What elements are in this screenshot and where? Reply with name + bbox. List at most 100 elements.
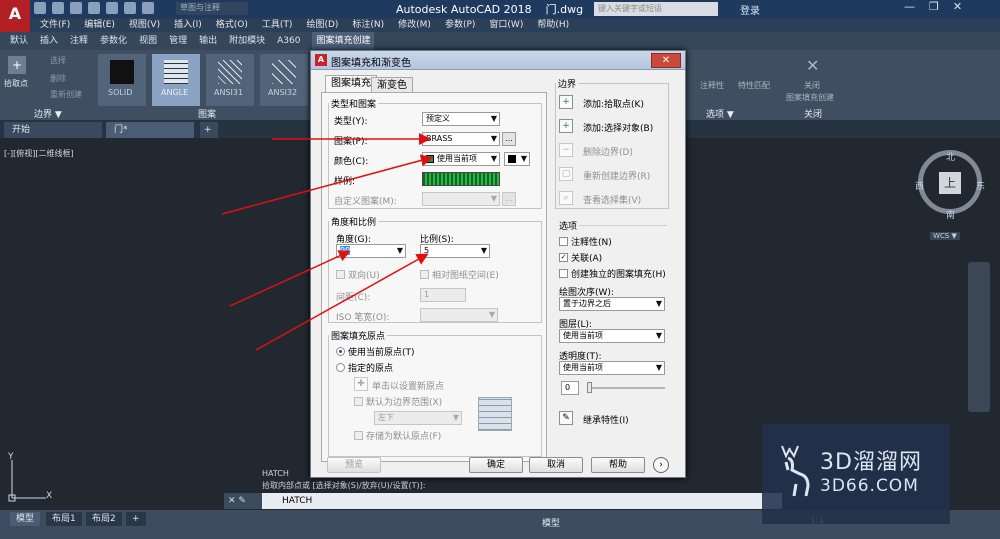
doc-tab-door[interactable]: 门* (106, 122, 194, 138)
tab-gradient[interactable]: 渐变色 (371, 77, 413, 93)
pattern-select[interactable]: BRASS ▼ (422, 132, 500, 146)
tab-parametric[interactable]: 参数化 (100, 32, 127, 50)
ok-button[interactable]: 确定 (469, 457, 523, 473)
options-panel-label[interactable]: 选项 ▼ (706, 107, 734, 120)
layout-tab-add[interactable]: + (126, 512, 146, 526)
pattern-sample-swatch[interactable] (422, 172, 500, 186)
close-button[interactable]: ✕ (953, 0, 962, 13)
workspace-select[interactable]: 草图与注释 (176, 2, 248, 15)
custom-pattern-select[interactable]: ▼ (422, 192, 500, 206)
annotative-label[interactable]: 注释性 (700, 80, 724, 91)
view-selections-button[interactable]: 查看选择集(V) (583, 193, 641, 206)
dialog-close-icon[interactable]: ✕ (651, 53, 681, 68)
remove-boundaries-icon[interactable]: − (559, 143, 573, 157)
layout-tab-1[interactable]: 布局1 (46, 512, 82, 526)
transparency-select[interactable]: 使用当前项 ▼ (559, 361, 665, 375)
model-space-button[interactable]: 模型 (542, 516, 560, 529)
background-color-select[interactable]: ▼ (504, 152, 530, 166)
add-select-objects-button[interactable]: 添加:选择对象(B) (583, 121, 653, 134)
menu-format[interactable]: 格式(O) (216, 18, 248, 32)
menu-help[interactable]: 帮助(H) (537, 18, 569, 32)
layout-tab-model[interactable]: 模型 (10, 512, 41, 526)
double-checkbox[interactable] (336, 270, 345, 279)
match-properties-label[interactable]: 特性匹配 (738, 80, 770, 91)
recreate-label[interactable]: 重新创建 (50, 89, 82, 100)
scale-select[interactable]: 5 ▼ (420, 244, 490, 258)
add-select-objects-icon[interactable]: + (559, 119, 573, 133)
layout-tab-2[interactable]: 布局2 (86, 512, 122, 526)
menu-modify[interactable]: 修改(M) (398, 18, 431, 32)
restore-button[interactable]: ❐ (929, 0, 939, 13)
search-input[interactable]: 键入关键字或短语 (594, 2, 718, 16)
boundary-panel-label[interactable]: 边界 ▼ (34, 107, 62, 120)
more-options-icon[interactable]: › (653, 457, 669, 473)
wcs-menu[interactable]: WCS ▼ (930, 232, 960, 240)
preview-button[interactable]: 预览 (327, 457, 381, 473)
new-tab-button[interactable]: + (200, 122, 218, 138)
menu-draw[interactable]: 绘图(D) (306, 18, 338, 32)
cancel-button[interactable]: 取消 (529, 457, 583, 473)
remove-boundaries-button[interactable]: 删除边界(D) (583, 145, 633, 158)
tab-addins[interactable]: 附加模块 (229, 32, 265, 50)
store-default-checkbox[interactable] (354, 431, 363, 440)
autocad-logo-icon[interactable]: A (0, 0, 30, 32)
open-icon[interactable] (52, 2, 64, 14)
close-hatch-icon[interactable]: ✕ (806, 56, 819, 75)
menu-file[interactable]: 文件(F) (40, 18, 70, 32)
redo-icon[interactable] (142, 2, 154, 14)
save-icon[interactable] (70, 2, 82, 14)
view-selections-icon[interactable]: ⌕ (559, 191, 573, 205)
spacing-input[interactable]: 1 (420, 288, 466, 302)
draw-order-select[interactable]: 置于边界之后 ▼ (559, 297, 665, 311)
layer-select[interactable]: 使用当前项 ▼ (559, 329, 665, 343)
tab-hatch-creation[interactable]: 图案填充创建 (312, 32, 375, 50)
default-extent-checkbox[interactable] (354, 397, 363, 406)
set-origin-icon[interactable]: ✚ (354, 377, 368, 391)
tab-annotate[interactable]: 注释 (70, 32, 88, 50)
custom-browse-button[interactable]: … (502, 192, 516, 206)
pattern-browse-button[interactable]: … (502, 132, 516, 146)
extent-position-select[interactable]: 左下 ▼ (374, 411, 462, 425)
menu-tools[interactable]: 工具(T) (262, 18, 293, 32)
transparency-slider-thumb[interactable] (587, 382, 592, 393)
pattern-solid-thumb[interactable]: SOLID (98, 54, 146, 106)
tab-hatch[interactable]: 图案填充 (325, 75, 377, 93)
recreate-boundary-button[interactable]: 重新创建边界(R) (583, 169, 650, 182)
type-select[interactable]: 预定义 ▼ (422, 112, 500, 126)
angle-select[interactable]: 90 ▼ (336, 244, 406, 258)
color-select[interactable]: 使用当前项 ▼ (422, 152, 500, 166)
transparency-slider-track[interactable] (587, 387, 665, 389)
recreate-boundary-icon[interactable]: ▢ (559, 167, 573, 181)
transparency-number[interactable]: 0 (561, 381, 579, 395)
use-current-origin-radio[interactable] (336, 347, 345, 356)
remove-label[interactable]: 删除 (50, 73, 66, 84)
pattern-angle-thumb[interactable]: ANGLE (152, 54, 200, 106)
menu-view[interactable]: 视图(V) (129, 18, 160, 32)
print-icon[interactable] (106, 2, 118, 14)
dialog-titlebar[interactable]: A 图案填充和渐变色 ✕ (311, 51, 685, 70)
undo-icon[interactable] (124, 2, 136, 14)
command-input[interactable]: HATCH (262, 493, 782, 509)
tab-a360[interactable]: A360 (277, 32, 300, 50)
specified-origin-radio[interactable] (336, 363, 345, 372)
login-button[interactable]: 登录 (740, 2, 760, 17)
iso-pen-select[interactable]: ▼ (420, 308, 498, 322)
pattern-ansi31-thumb[interactable]: ANSI31 (206, 54, 254, 106)
tab-insert[interactable]: 插入 (40, 32, 58, 50)
associative-checkbox[interactable]: ✓ (559, 253, 568, 262)
menu-parametric[interactable]: 参数(P) (445, 18, 475, 32)
annotative-checkbox[interactable] (559, 237, 568, 246)
menu-dimension[interactable]: 标注(N) (352, 18, 384, 32)
tab-manage[interactable]: 管理 (169, 32, 187, 50)
independent-hatch-checkbox[interactable] (559, 269, 568, 278)
navigation-bar[interactable] (968, 262, 990, 412)
command-tools[interactable]: ✕ ✎ (224, 493, 262, 509)
pattern-ansi32-thumb[interactable]: ANSI32 (260, 54, 308, 106)
tab-default[interactable]: 默认 (10, 32, 28, 50)
minimize-button[interactable]: — (904, 0, 915, 13)
new-icon[interactable] (34, 2, 46, 14)
view-label[interactable]: [-][俯视][二维线框] (4, 148, 74, 159)
inherit-properties-icon[interactable]: ✎ (559, 411, 573, 425)
tab-view[interactable]: 视图 (139, 32, 157, 50)
add-pick-points-button[interactable]: 添加:拾取点(K) (583, 97, 644, 110)
